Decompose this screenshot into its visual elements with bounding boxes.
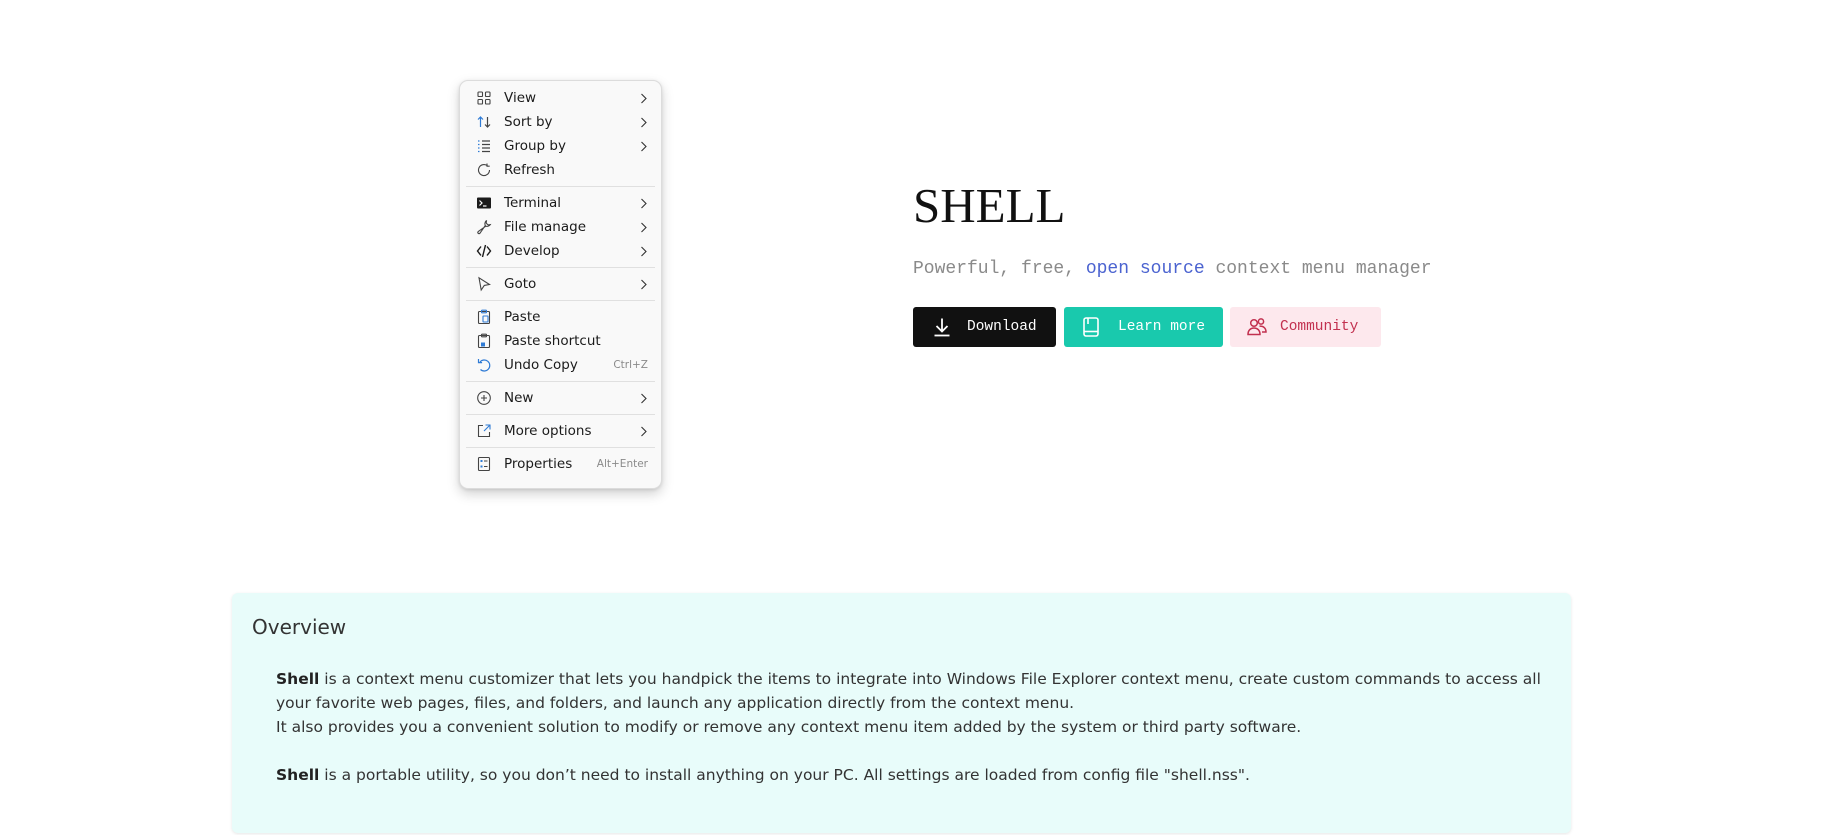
book-icon xyxy=(1080,316,1102,338)
grid-icon xyxy=(476,90,492,106)
pointer-icon xyxy=(476,276,492,292)
menu-separator xyxy=(466,447,655,448)
overview-text: is a portable utility, so you don’t need… xyxy=(319,766,1250,784)
menu-item-label: Develop xyxy=(504,243,560,259)
hero-title: SHELL xyxy=(913,178,1066,233)
menu-separator xyxy=(466,267,655,268)
hero-subtitle: Powerful, free, open source context menu… xyxy=(913,259,1432,279)
overview-text: is a context menu customizer that lets y… xyxy=(276,670,1541,712)
menu-item-properties[interactable]: Properties Alt+Enter xyxy=(465,452,656,476)
menu-item-label: Paste xyxy=(504,309,541,325)
terminal-icon xyxy=(476,195,492,211)
overview-paragraph: It also provides you a convenient soluti… xyxy=(276,715,1556,739)
menu-item-paste[interactable]: Paste xyxy=(465,305,656,329)
menu-item-label: Sort by xyxy=(504,114,553,130)
menu-item-more-options[interactable]: More options xyxy=(465,419,656,443)
context-menu: View Sort by Group by Refresh Terminal F… xyxy=(459,80,662,489)
clipboard-shortcut-icon xyxy=(476,333,492,349)
hero-subtitle-suffix: context menu manager xyxy=(1204,259,1432,279)
menu-item-view[interactable]: View xyxy=(465,86,656,110)
plus-circle-icon xyxy=(476,390,492,406)
learn-more-button[interactable]: Learn more xyxy=(1064,307,1223,347)
community-button-label: Community xyxy=(1280,319,1359,335)
menu-item-refresh[interactable]: Refresh xyxy=(465,158,656,182)
chevron-right-icon xyxy=(638,393,648,403)
properties-icon xyxy=(476,456,492,472)
menu-item-label: Paste shortcut xyxy=(504,333,601,349)
download-button-label: Download xyxy=(967,319,1037,335)
shortcut-hint: Ctrl+Z xyxy=(613,359,648,371)
external-window-icon xyxy=(476,423,492,439)
sort-icon xyxy=(476,114,492,130)
overview-body: Shell is a context menu customizer that … xyxy=(276,667,1556,787)
menu-separator xyxy=(466,300,655,301)
menu-item-sort-by[interactable]: Sort by xyxy=(465,110,656,134)
menu-item-label: View xyxy=(504,90,537,106)
overview-paragraph: Shell is a portable utility, so you don’… xyxy=(276,763,1556,787)
menu-item-label: Terminal xyxy=(504,195,562,211)
menu-item-terminal[interactable]: Terminal xyxy=(465,191,656,215)
refresh-icon xyxy=(476,162,492,178)
chevron-right-icon xyxy=(638,141,648,151)
hero-subtitle-accent: open source xyxy=(1085,259,1205,279)
menu-item-paste-shortcut[interactable]: Paste shortcut xyxy=(465,329,656,353)
chevron-right-icon xyxy=(638,246,648,256)
menu-item-label: Undo Copy xyxy=(504,357,578,373)
menu-item-goto[interactable]: Goto xyxy=(465,272,656,296)
menu-separator xyxy=(466,381,655,382)
menu-separator xyxy=(466,414,655,415)
chevron-right-icon xyxy=(638,426,648,436)
download-button[interactable]: Download xyxy=(913,307,1056,347)
menu-item-label: Refresh xyxy=(504,162,555,178)
overview-paragraph: Shell is a context menu customizer that … xyxy=(276,667,1556,715)
overview-panel: Overview Shell is a context menu customi… xyxy=(232,593,1571,833)
menu-item-develop[interactable]: Develop xyxy=(465,239,656,263)
menu-item-new[interactable]: New xyxy=(465,386,656,410)
chevron-right-icon xyxy=(638,279,648,289)
menu-item-label: Group by xyxy=(504,138,566,154)
people-icon xyxy=(1246,316,1268,338)
overview-text: It also provides you a convenient soluti… xyxy=(276,718,1302,736)
community-button[interactable]: Community xyxy=(1230,307,1381,347)
menu-item-label: Properties xyxy=(504,456,573,472)
list-group-icon xyxy=(476,138,492,154)
wrench-icon xyxy=(476,219,492,235)
menu-item-label: New xyxy=(504,390,534,406)
product-name: Shell xyxy=(276,670,320,688)
menu-item-file-manage[interactable]: File manage xyxy=(465,215,656,239)
menu-item-undo-copy[interactable]: Undo Copy Ctrl+Z xyxy=(465,353,656,377)
code-icon xyxy=(476,243,492,259)
download-icon xyxy=(931,316,953,338)
menu-item-label: Goto xyxy=(504,276,537,292)
menu-item-label: File manage xyxy=(504,219,587,235)
chevron-right-icon xyxy=(638,198,648,208)
chevron-right-icon xyxy=(638,117,648,127)
undo-icon xyxy=(476,357,492,373)
chevron-right-icon xyxy=(638,93,648,103)
clipboard-icon xyxy=(476,309,492,325)
menu-item-group-by[interactable]: Group by xyxy=(465,134,656,158)
learn-more-button-label: Learn more xyxy=(1118,319,1206,335)
menu-item-label: More options xyxy=(504,423,592,439)
chevron-right-icon xyxy=(638,222,648,232)
overview-title: Overview xyxy=(252,615,347,639)
product-name: Shell xyxy=(276,766,320,784)
hero-subtitle-prefix: Powerful, free, xyxy=(913,259,1086,279)
shortcut-hint: Alt+Enter xyxy=(596,458,648,470)
page: View Sort by Group by Refresh Terminal F… xyxy=(0,0,1821,835)
menu-separator xyxy=(466,186,655,187)
